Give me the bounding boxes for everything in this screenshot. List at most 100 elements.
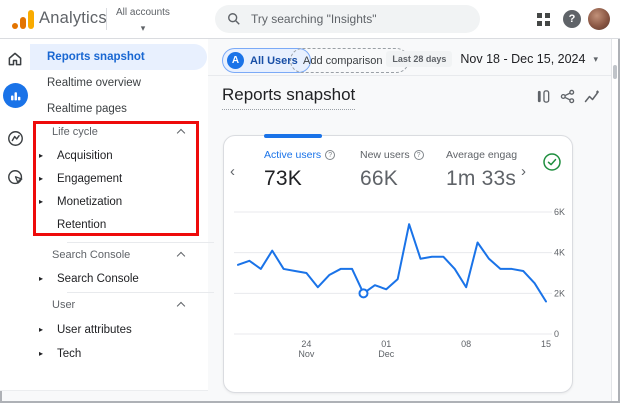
metric-active-users[interactable]: Active users ? 73K xyxy=(264,149,336,191)
metric-average-engagement[interactable]: Average engag 1m 33s xyxy=(446,149,522,191)
sidebar-item-reports-snapshot[interactable]: Reports snapshot xyxy=(30,44,207,70)
carousel-tab-indicator xyxy=(264,134,322,138)
main-content: A All Users Add comparison + Last 28 day… xyxy=(208,39,614,403)
reports-selected-circle xyxy=(2,83,28,108)
sidebar-item-label: Search Console xyxy=(57,272,139,285)
triangle-right-icon: ▸ xyxy=(39,197,44,206)
chevron-up-icon xyxy=(176,128,186,138)
vertical-scrollbar[interactable] xyxy=(611,39,618,401)
date-preset-chip: Last 28 days xyxy=(386,51,453,67)
account-label: All accounts xyxy=(116,7,170,18)
ga4-window: Analytics All accounts ▾ ? xyxy=(0,0,620,403)
sidebar-item-engagement[interactable]: ▸ Engagement xyxy=(30,167,208,190)
sidebar-item-realtime-pages[interactable]: Realtime pages xyxy=(30,96,208,122)
grid-square xyxy=(537,21,542,26)
chevron-up-icon xyxy=(176,251,186,261)
sidebar-item-realtime-overview[interactable]: Realtime overview xyxy=(30,70,208,96)
home-icon[interactable] xyxy=(0,50,30,68)
svg-text:6K: 6K xyxy=(554,207,565,217)
sidebar-item-label: Realtime overview xyxy=(47,77,141,89)
svg-text:0: 0 xyxy=(554,329,559,339)
date-range-text: Nov 18 - Dec 15, 2024 xyxy=(460,52,586,66)
sidebar-item-label: Monetization xyxy=(57,195,123,208)
chevron-up-icon xyxy=(176,301,186,311)
app-title: Analytics xyxy=(39,9,107,27)
metric-help-icon[interactable]: ? xyxy=(325,150,336,160)
metric-new-users[interactable]: New users ? 66K xyxy=(360,149,424,191)
customize-report-icon[interactable] xyxy=(535,88,552,105)
page-title: Reports snapshot xyxy=(222,85,356,110)
triangle-right-icon: ▸ xyxy=(39,151,44,160)
carousel-chevron-right-icon[interactable]: › xyxy=(521,163,526,180)
carousel-chevron-left-icon[interactable]: ‹ xyxy=(230,163,235,180)
metric-value: 66K xyxy=(360,167,398,190)
sidebar-item-label: Retention xyxy=(57,218,107,231)
search-input[interactable] xyxy=(251,12,461,26)
svg-text:24: 24 xyxy=(301,339,311,349)
segment-a-badge: A xyxy=(227,52,244,69)
report-nav-sidebar: Reports snapshot Realtime overview Realt… xyxy=(30,39,214,391)
metric-label: New users xyxy=(360,149,410,161)
help-icon[interactable]: ? xyxy=(563,10,581,28)
caret-down-icon: ▾ xyxy=(140,23,146,33)
svg-text:15: 15 xyxy=(541,339,551,349)
analytics-logo-icon xyxy=(12,10,34,29)
toolbar-divider xyxy=(208,75,614,76)
help-glyph: ? xyxy=(568,13,576,25)
metric-value: 1m 33s xyxy=(446,167,517,190)
section-title: Life cycle xyxy=(52,126,98,138)
active-users-line-chart: 0 2K 4K 6K 24Nov 01Dec 08 15 xyxy=(234,207,565,359)
date-range-picker[interactable]: Last 28 days Nov 18 - Dec 15, 2024 ▾ xyxy=(386,51,598,67)
search-bar[interactable] xyxy=(215,5,480,33)
grid-square xyxy=(537,13,542,18)
section-header-search-console[interactable]: Search Console xyxy=(30,244,208,266)
caret-down-icon: ▾ xyxy=(593,53,598,64)
sidebar-divider xyxy=(67,242,214,243)
sidebar-item-monetization[interactable]: ▸ Monetization xyxy=(30,190,208,213)
reports-icon[interactable] xyxy=(0,83,30,108)
report-actions xyxy=(535,88,600,105)
section-header-life-cycle[interactable]: Life cycle xyxy=(30,121,208,143)
logo-bar xyxy=(28,10,34,29)
triangle-right-icon: ▸ xyxy=(39,325,44,334)
triangle-right-icon: ▸ xyxy=(39,349,44,358)
add-comparison-label: Add comparison xyxy=(303,54,383,67)
sidebar-item-label: Tech xyxy=(57,347,82,360)
sidebar-item-label: Acquisition xyxy=(57,149,113,162)
metric-label: Average engag xyxy=(446,149,518,161)
sidebar-item-label: User attributes xyxy=(57,323,132,336)
metric-label: Active users xyxy=(264,149,322,161)
data-quality-check-icon[interactable] xyxy=(542,152,562,172)
sidebar-item-acquisition[interactable]: ▸ Acquisition xyxy=(30,144,208,167)
nav-rail xyxy=(0,39,30,391)
section-title: Search Console xyxy=(52,249,131,261)
grid-square xyxy=(545,13,550,18)
svg-text:2K: 2K xyxy=(554,288,565,298)
account-switcher[interactable]: All accounts ▾ xyxy=(116,7,170,36)
sidebar-item-search-console[interactable]: ▸ Search Console xyxy=(30,267,208,290)
section-header-user[interactable]: User xyxy=(30,294,208,316)
sidebar-item-label: Engagement xyxy=(57,172,123,185)
svg-text:01: 01 xyxy=(381,339,391,349)
share-icon[interactable] xyxy=(559,88,576,105)
metric-help-icon[interactable]: ? xyxy=(413,150,424,160)
explore-icon[interactable] xyxy=(0,129,30,148)
sidebar-divider xyxy=(67,292,214,293)
sidebar-item-user-attributes[interactable]: ▸ User attributes xyxy=(30,318,208,341)
sidebar-item-retention[interactable]: Retention xyxy=(30,213,208,236)
apps-grid-icon[interactable] xyxy=(537,13,550,26)
advertising-icon[interactable] xyxy=(0,168,30,187)
sidebar-item-label: Reports snapshot xyxy=(47,51,145,63)
svg-text:4K: 4K xyxy=(554,248,565,258)
sidebar-item-tech[interactable]: ▸ Tech xyxy=(30,342,208,365)
grid-square xyxy=(545,21,550,26)
svg-text:Nov: Nov xyxy=(298,349,315,359)
logo-bar xyxy=(20,17,26,29)
scrollbar-thumb[interactable] xyxy=(613,65,617,79)
insights-icon[interactable] xyxy=(583,88,600,105)
logo-dot xyxy=(12,23,18,29)
svg-text:08: 08 xyxy=(461,339,471,349)
sidebar-item-label: Realtime pages xyxy=(47,103,127,115)
overview-card: ‹ Active users ? 73K New users ? 66K Ave… xyxy=(223,134,573,393)
avatar[interactable] xyxy=(588,8,610,30)
